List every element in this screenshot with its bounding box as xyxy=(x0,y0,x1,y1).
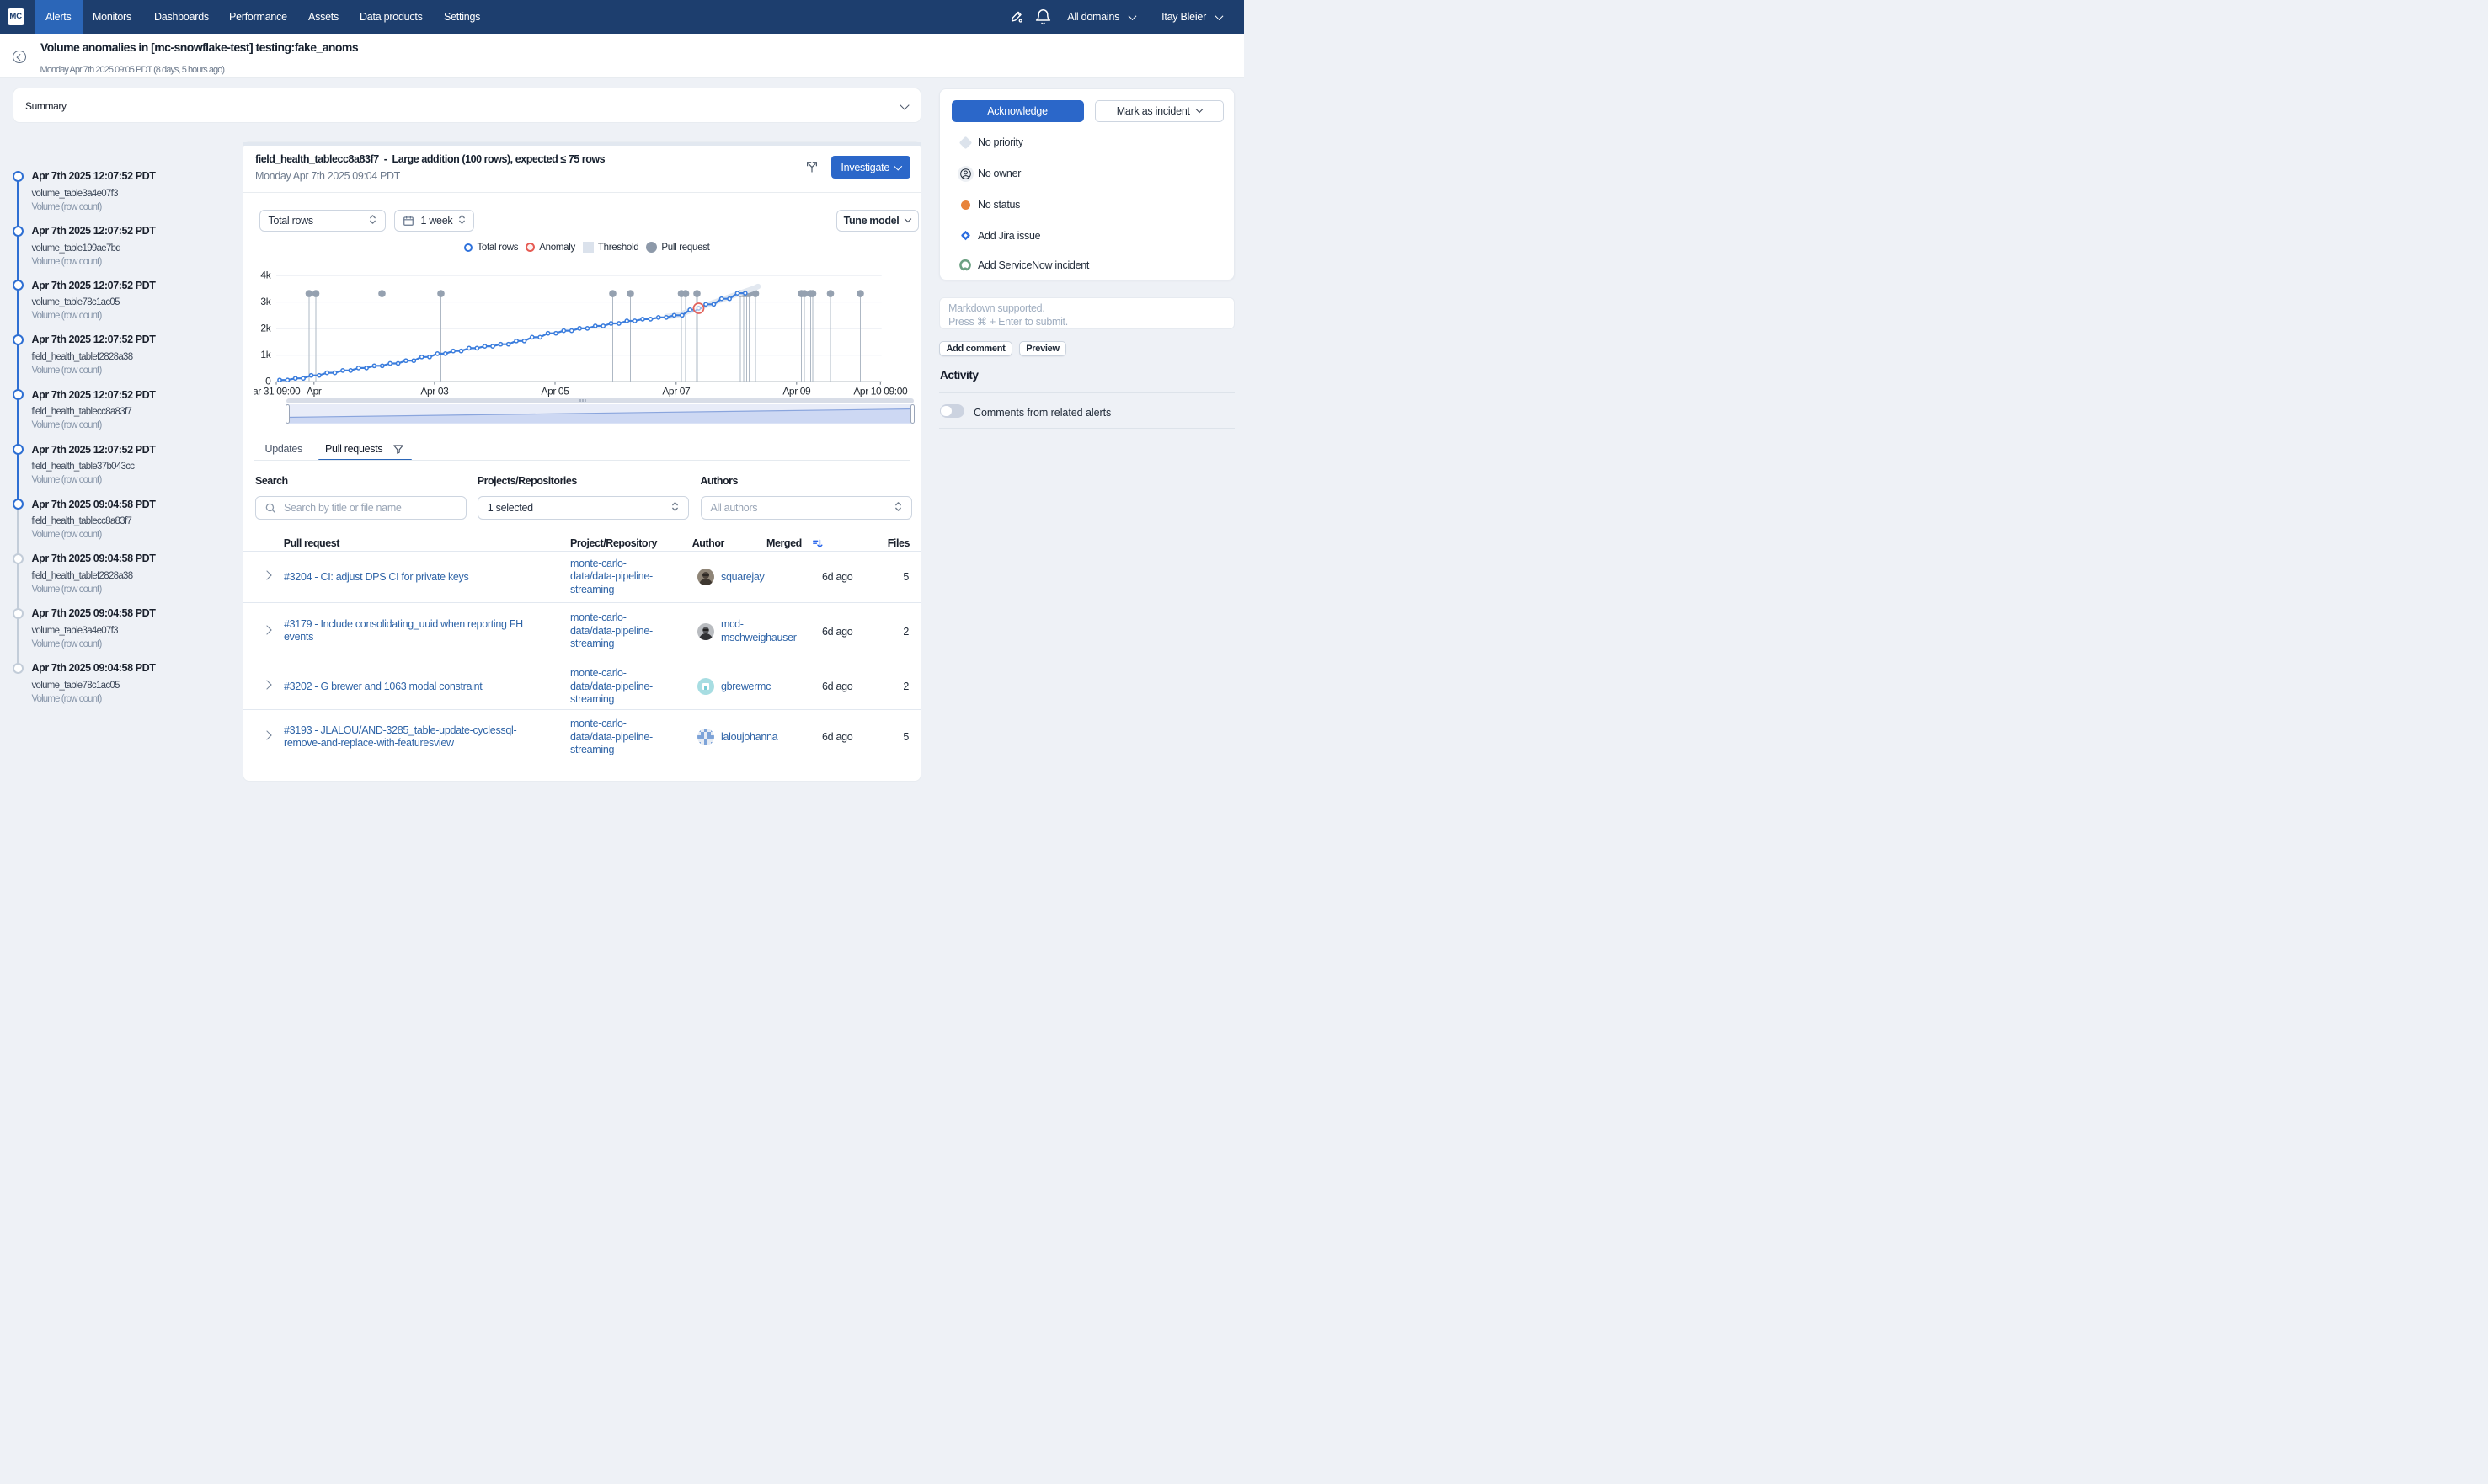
svg-text:Apr: Apr xyxy=(307,386,322,398)
svg-text:Apr 07: Apr 07 xyxy=(662,386,691,398)
svg-text:1k: 1k xyxy=(260,349,271,360)
svg-text:3k: 3k xyxy=(260,296,271,307)
svg-text:Apr 09: Apr 09 xyxy=(782,386,811,398)
svg-text:2k: 2k xyxy=(260,322,271,334)
svg-text:Apr 03: Apr 03 xyxy=(420,386,449,398)
svg-text:Apr 05: Apr 05 xyxy=(542,386,570,398)
svg-text:Apr 10 09:00: Apr 10 09:00 xyxy=(853,386,908,398)
svg-text:4k: 4k xyxy=(260,269,271,280)
